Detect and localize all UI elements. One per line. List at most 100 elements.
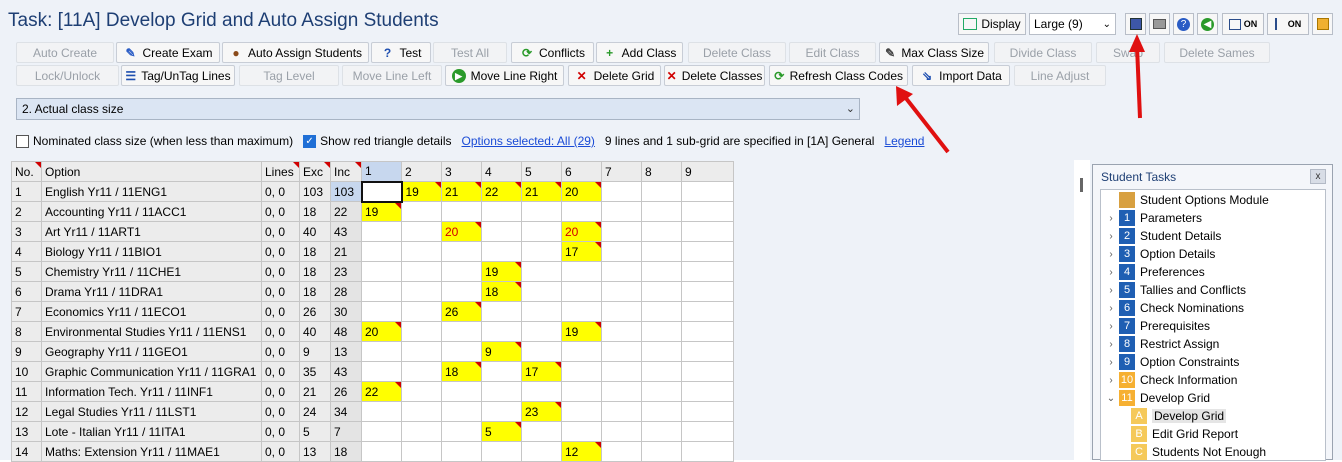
table-row[interactable]: 11 Information Tech. Yr11 / 11INF1 0, 0 21 2… bbox=[11, 381, 734, 402]
grid-header-cell[interactable]: Option bbox=[41, 161, 262, 182]
row-number[interactable]: 13 bbox=[11, 421, 42, 442]
grid-cell[interactable] bbox=[441, 261, 482, 282]
max-class-size-button[interactable]: ✎ Max Class Size bbox=[879, 42, 989, 63]
grid-cell[interactable]: 22 bbox=[481, 181, 522, 202]
option-name[interactable]: Legal Studies Yr11 / 11LST1 bbox=[41, 401, 262, 422]
save-button[interactable] bbox=[1125, 13, 1146, 35]
tree-item[interactable]: B Edit Grid Report bbox=[1131, 425, 1238, 443]
exc-value[interactable]: 18 bbox=[299, 281, 331, 302]
grid-header-cell[interactable]: 1 bbox=[361, 161, 402, 182]
exc-value[interactable]: 21 bbox=[299, 381, 331, 402]
lock-unlock-button[interactable]: Lock/Unlock bbox=[16, 65, 119, 86]
grid-cell[interactable] bbox=[561, 301, 602, 322]
exc-value[interactable]: 35 bbox=[299, 361, 331, 382]
grid-cell[interactable] bbox=[681, 201, 734, 222]
option-name[interactable]: Environmental Studies Yr11 / 11ENS1 bbox=[41, 321, 262, 342]
exc-value[interactable]: 40 bbox=[299, 221, 331, 242]
grid-cell[interactable] bbox=[641, 221, 682, 242]
grid-cell[interactable]: 21 bbox=[441, 181, 482, 202]
grid-cell[interactable] bbox=[601, 421, 642, 442]
show-red-triangle-checkbox[interactable]: ✓ bbox=[303, 134, 317, 148]
exc-value[interactable]: 13 bbox=[299, 441, 331, 462]
grid-cell[interactable] bbox=[481, 401, 522, 422]
grid-cell[interactable]: 19 bbox=[401, 181, 442, 202]
inc-value[interactable]: 43 bbox=[330, 361, 362, 382]
grid-cell[interactable] bbox=[601, 341, 642, 362]
grid-cell[interactable] bbox=[361, 301, 402, 322]
grid-cell[interactable] bbox=[401, 321, 442, 342]
lines-value[interactable]: 0, 0 bbox=[261, 261, 300, 282]
grid-header-cell[interactable]: Inc bbox=[330, 161, 362, 182]
option-name[interactable]: Maths: Extension Yr11 / 11MAE1 bbox=[41, 441, 262, 462]
lines-value[interactable]: 0, 0 bbox=[261, 201, 300, 222]
grid-cell[interactable] bbox=[601, 301, 642, 322]
grid-cell[interactable] bbox=[601, 261, 642, 282]
grid-cell[interactable] bbox=[681, 221, 734, 242]
import-data-button[interactable]: ⇘ Import Data bbox=[912, 65, 1010, 86]
grid-cell[interactable] bbox=[401, 381, 442, 402]
tree-item[interactable]: › 1 Parameters bbox=[1105, 209, 1202, 227]
tree-item[interactable]: › 7 Prerequisites bbox=[1105, 317, 1210, 335]
grid-cell[interactable]: 5 bbox=[481, 421, 522, 442]
option-name[interactable]: Economics Yr11 / 11ECO1 bbox=[41, 301, 262, 322]
table-row[interactable]: 8 Environmental Studies Yr11 / 11ENS1 0, 0… bbox=[11, 321, 734, 342]
exc-value[interactable]: 24 bbox=[299, 401, 331, 422]
grid-header-cell[interactable]: 6 bbox=[561, 161, 602, 182]
grid-cell[interactable] bbox=[641, 401, 682, 422]
grid-cell[interactable] bbox=[681, 361, 734, 382]
delete-classes-button[interactable]: ✕ Delete Classes bbox=[664, 65, 765, 86]
chevron-down-icon[interactable]: ⌄ bbox=[1105, 393, 1117, 404]
grid-cell[interactable] bbox=[441, 241, 482, 262]
grid-cell[interactable]: 19 bbox=[481, 261, 522, 282]
grid-cell[interactable] bbox=[481, 241, 522, 262]
grid-cell[interactable] bbox=[481, 381, 522, 402]
grid-cell[interactable]: 12 bbox=[561, 441, 602, 462]
size-select[interactable]: Large (9) ⌄ bbox=[1029, 13, 1116, 35]
grid-cell[interactable] bbox=[561, 281, 602, 302]
grid-cell[interactable]: 17 bbox=[521, 361, 562, 382]
grid-cell[interactable] bbox=[401, 301, 442, 322]
grid-cell[interactable] bbox=[481, 221, 522, 242]
table-row[interactable]: 1 English Yr11 / 11ENG1 0, 0 103 103 19 21 22 21… bbox=[11, 180, 734, 203]
grid-cell[interactable]: 20 bbox=[361, 321, 402, 342]
inc-value[interactable]: 30 bbox=[330, 301, 362, 322]
grid-cell[interactable]: 26 bbox=[441, 301, 482, 322]
grid-cell[interactable] bbox=[681, 321, 734, 342]
grid-cell[interactable]: 22 bbox=[361, 381, 402, 402]
grid-cell[interactable] bbox=[441, 401, 482, 422]
chevron-right-icon[interactable]: › bbox=[1105, 267, 1117, 278]
table-row[interactable]: 14 Maths: Extension Yr11 / 11MAE1 0, 0 13 18… bbox=[11, 441, 734, 462]
lines-value[interactable]: 0, 0 bbox=[261, 401, 300, 422]
grid-cell[interactable] bbox=[521, 381, 562, 402]
grid-cell[interactable] bbox=[401, 261, 442, 282]
inc-value[interactable]: 13 bbox=[330, 341, 362, 362]
chevron-right-icon[interactable]: › bbox=[1105, 285, 1117, 296]
grid-cell[interactable] bbox=[641, 181, 682, 202]
grid-cell[interactable]: 20 bbox=[561, 221, 602, 242]
grid-cell[interactable] bbox=[521, 341, 562, 362]
grid-cell[interactable] bbox=[361, 341, 402, 362]
grid-cell[interactable] bbox=[401, 361, 442, 382]
row-number[interactable]: 3 bbox=[11, 221, 42, 242]
grid-header-cell[interactable]: 7 bbox=[601, 161, 642, 182]
grid-cell[interactable] bbox=[361, 261, 402, 282]
grid-cell[interactable] bbox=[601, 401, 642, 422]
exc-value[interactable]: 5 bbox=[299, 421, 331, 442]
grid-cell[interactable] bbox=[361, 281, 402, 302]
close-icon[interactable]: x bbox=[1310, 169, 1326, 184]
grid-cell[interactable]: 17 bbox=[561, 241, 602, 262]
move-line-left-button[interactable]: Move Line Left bbox=[342, 65, 442, 86]
row-number[interactable]: 8 bbox=[11, 321, 42, 342]
tree-item[interactable]: Student Options Module bbox=[1119, 191, 1269, 209]
exc-value[interactable]: 9 bbox=[299, 341, 331, 362]
row-number[interactable]: 9 bbox=[11, 341, 42, 362]
grid-cell[interactable] bbox=[361, 401, 402, 422]
legend-link[interactable]: Legend bbox=[884, 134, 924, 148]
test-button[interactable]: ? Test bbox=[371, 42, 431, 63]
row-number[interactable]: 7 bbox=[11, 301, 42, 322]
tree-item[interactable]: › 9 Option Constraints bbox=[1105, 353, 1239, 371]
row-number[interactable]: 2 bbox=[11, 201, 42, 222]
tree-item[interactable]: A Develop Grid bbox=[1131, 407, 1227, 425]
line-adjust-button[interactable]: Line Adjust bbox=[1014, 65, 1106, 86]
grid-cell[interactable] bbox=[441, 281, 482, 302]
